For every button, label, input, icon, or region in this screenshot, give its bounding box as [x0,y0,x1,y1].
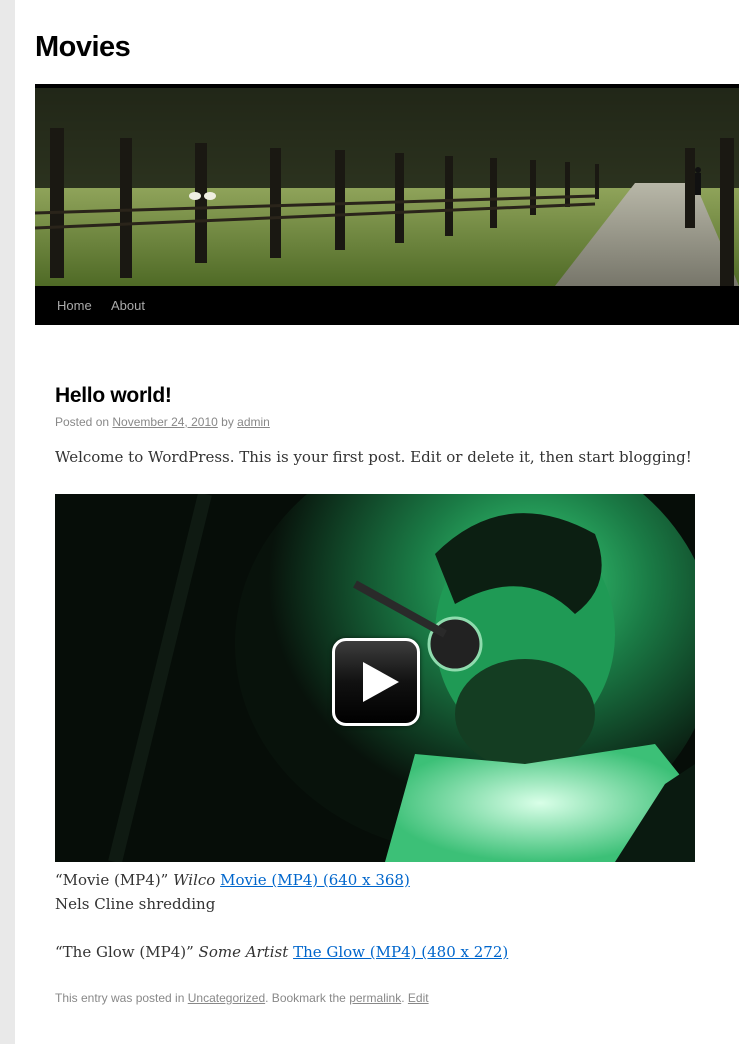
permalink-link[interactable]: permalink [349,991,401,1005]
video-1-title: “Movie (MP4)” [55,871,169,889]
edit-link[interactable]: Edit [408,991,429,1005]
post-intro: Welcome to WordPress. This is your first… [55,448,692,466]
meta-posted-on-label: Posted on [55,415,110,429]
meta-by-label: by [221,415,234,429]
footer-separator: . [401,991,405,1005]
author-link[interactable]: admin [237,415,270,429]
main-navigation: Home About [35,286,739,325]
video-1-info: “Movie (MP4)” Wilco Movie (MP4) (640 x 3… [55,871,410,889]
play-icon [363,662,399,702]
site-title[interactable]: Movies [35,31,131,64]
video-2-artist: Some Artist [198,943,289,961]
video-1-caption: Nels Cline shredding [55,895,216,913]
footer-prefix: This entry was posted in [55,991,185,1005]
play-button[interactable] [332,638,420,726]
video-2-title: “The Glow (MP4)” [55,943,194,961]
nav-item-home[interactable]: Home [57,298,92,313]
page: Movies Home About Hello world! Posted on… [15,0,739,1044]
category-link[interactable]: Uncategorized [188,991,265,1005]
post-date-link[interactable]: November 24, 2010 [112,415,217,429]
post-meta: Posted on November 24, 2010 by admin [55,415,270,429]
video-2-download-link[interactable]: The Glow (MP4) (480 x 272) [293,943,508,961]
header-image [35,84,739,286]
post-title[interactable]: Hello world! [55,384,172,408]
footer-bookmark-text: . Bookmark the [265,991,346,1005]
video-player[interactable] [55,494,695,862]
video-1-artist: Wilco [173,871,216,889]
video-1-download-link[interactable]: Movie (MP4) (640 x 368) [220,871,410,889]
video-2-info: “The Glow (MP4)” Some Artist The Glow (M… [55,943,508,961]
entry-footer: This entry was posted in Uncategorized. … [55,991,429,1005]
nav-item-about[interactable]: About [111,298,145,313]
